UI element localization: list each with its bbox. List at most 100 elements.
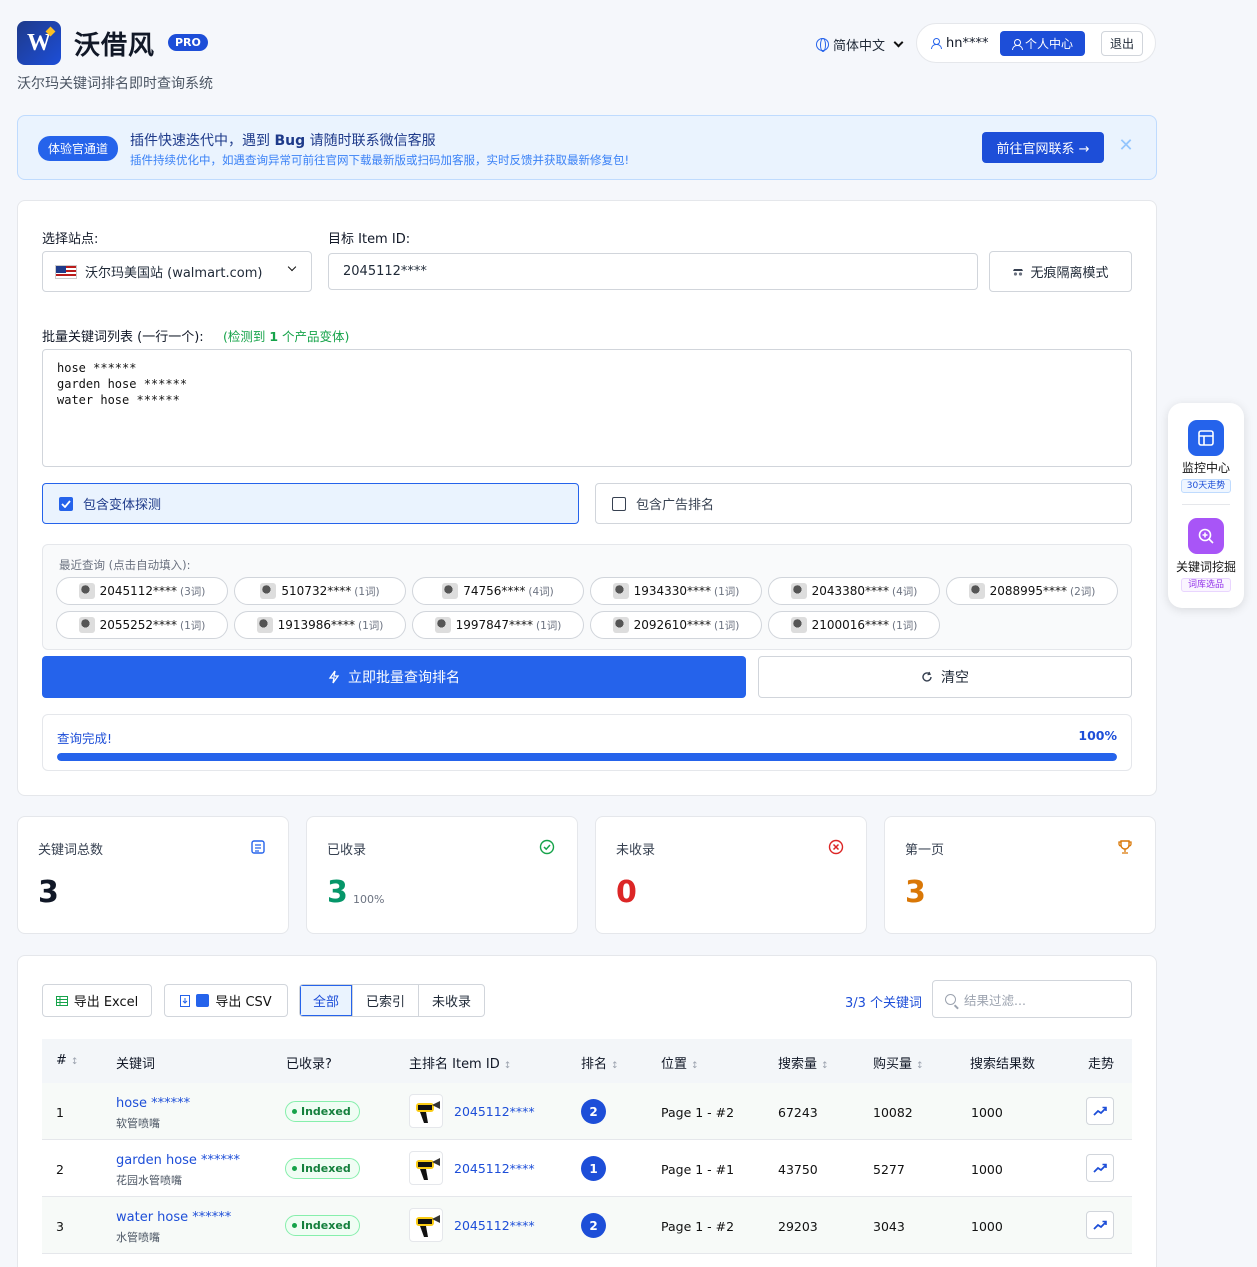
user-center-button[interactable]: 个人中心 — [1000, 31, 1085, 56]
recent-query-chip[interactable]: 510732**** (1词) — [234, 577, 406, 605]
search-icon — [945, 993, 956, 1005]
divider — [1182, 504, 1230, 505]
col-item-id[interactable]: 主排名 Item ID ↕ — [409, 1053, 511, 1072]
document-icon — [250, 839, 266, 855]
keyword-mining-button[interactable] — [1188, 518, 1224, 554]
run-batch-query-button[interactable]: 立即批量查询排名 — [42, 656, 746, 698]
incognito-label: 无痕隔离模式 — [1030, 266, 1109, 281]
close-icon[interactable]: ✕ — [1118, 137, 1134, 155]
table-row: 1 hose ****** 软管喷嘴 Indexed 2045112**** 2 Page … — [42, 1083, 1132, 1140]
ad-ranking-option[interactable]: 包含广告排名 — [595, 483, 1132, 524]
col-purchase-volume[interactable]: 购买量 ↕ — [873, 1053, 924, 1072]
monitor-center-button[interactable] — [1188, 420, 1224, 456]
user-center-label: 个人中心 — [1024, 37, 1073, 51]
search-volume: 67243 — [778, 1105, 818, 1120]
recent-query-count: (3词) — [180, 585, 206, 598]
download-file-icon — [180, 994, 191, 1007]
clear-button[interactable]: 清空 — [758, 656, 1132, 698]
language-selector[interactable]: 简体中文 — [816, 35, 904, 54]
user-icon — [1011, 38, 1023, 50]
app-logo: W — [17, 21, 61, 65]
mining-tag: 词库选品 — [1181, 578, 1231, 592]
progress-label: 查询完成! — [57, 731, 113, 746]
progress-panel: 查询完成! 100% — [42, 714, 1132, 771]
tab-all[interactable]: 全部 — [300, 985, 354, 1016]
user-icon — [931, 38, 942, 49]
keyword-link[interactable]: hose ****** — [116, 1096, 190, 1111]
recent-query-chip[interactable]: 2045112**** (3词) — [56, 577, 228, 605]
col-position[interactable]: 位置 ↕ — [661, 1053, 699, 1072]
product-thumbnail — [409, 1151, 443, 1185]
recent-query-id: 2092610**** — [633, 618, 712, 632]
monitor-tag: 30天走势 — [1181, 479, 1231, 493]
monitor-center-label[interactable]: 监控中心 — [1168, 459, 1244, 476]
recent-queries-label: 最近查询 (点击自动填入): — [59, 558, 191, 572]
recent-query-chip[interactable]: 1997847**** (1词) — [412, 611, 584, 639]
checkbox-checked-icon[interactable] — [59, 496, 73, 511]
col-index[interactable]: # ↕ — [56, 1053, 78, 1068]
keywords-textarea[interactable]: hose ****** garden hose ****** water hos… — [42, 349, 1132, 467]
recent-query-chip[interactable]: 2043380**** (4词) — [768, 577, 940, 605]
keyword-link[interactable]: water hose ****** — [116, 1210, 231, 1225]
export-excel-button[interactable]: 导出 Excel — [42, 984, 152, 1017]
trend-button[interactable] — [1086, 1154, 1114, 1182]
recent-query-id: 1997847**** — [455, 618, 534, 632]
item-id-link[interactable]: 2045112**** — [454, 1161, 535, 1176]
item-id-link[interactable]: 2045112**** — [454, 1218, 535, 1233]
recent-query-chip[interactable]: 2092610**** (1词) — [590, 611, 762, 639]
result-count: 1000 — [971, 1105, 1003, 1120]
table-header: # ↕ 关键词 已收录? 主排名 Item ID ↕ 排名 ↕ 位置 ↕ 搜索量 ↕ 购买… — [42, 1039, 1132, 1083]
recent-query-id: 2045112**** — [99, 584, 178, 598]
position-text: Page 1 - #2 — [661, 1219, 735, 1234]
tab-not-indexed[interactable]: 未收录 — [419, 985, 484, 1016]
search-plus-icon — [1198, 528, 1214, 544]
recent-query-chip[interactable]: 2088995**** (2词) — [946, 577, 1118, 605]
checkbox-empty-icon[interactable] — [612, 496, 626, 511]
item-id-input[interactable]: 2045112**** — [328, 253, 978, 290]
beta-channel-tag[interactable]: 体验官通道 — [38, 136, 119, 161]
official-site-button[interactable]: 前往官网联系 → — [982, 132, 1104, 163]
export-csv-label: 导出 CSV — [215, 995, 272, 1010]
keyword-translation: 软管喷嘴 — [116, 1117, 160, 1130]
status-badge: Indexed — [285, 1215, 360, 1236]
banner-subtitle: 插件持续优化中，如遇查询异常可前往官网下载最新版或扫码加客服，实时反馈并获取最新… — [130, 153, 630, 167]
keyword-mining-label[interactable]: 关键词挖掘 — [1168, 558, 1244, 575]
incognito-mode-button[interactable]: 无痕隔离模式 — [989, 251, 1132, 292]
export-csv-button[interactable]: 导出 CSV — [164, 984, 288, 1017]
recent-query-chip[interactable]: 1934330**** (1词) — [590, 577, 762, 605]
recent-query-count: (4词) — [528, 585, 554, 598]
keywords-label: 批量关键词列表 (一行一个): — [42, 330, 204, 345]
recent-queries: 最近查询 (点击自动填入): 2045112**** (3词) 510732****… — [42, 544, 1132, 650]
recent-query-chip[interactable]: 74756**** (4词) — [412, 577, 584, 605]
recent-query-count: (1词) — [536, 619, 562, 632]
keyword-link[interactable]: garden hose ****** — [116, 1153, 240, 1168]
col-keyword: 关键词 — [116, 1057, 156, 1072]
col-rank[interactable]: 排名 ↕ — [581, 1053, 619, 1072]
variant-detection-option[interactable]: 包含变体探测 — [42, 483, 579, 524]
tab-indexed[interactable]: 已索引 — [353, 985, 420, 1016]
check-circle-icon — [539, 839, 555, 855]
recent-query-count: (1词) — [714, 619, 740, 632]
variant-detected-note: (检测到 1 个产品变体) — [223, 329, 350, 344]
recent-query-id: 2100016**** — [811, 618, 890, 632]
item-id-link[interactable]: 2045112**** — [454, 1104, 535, 1119]
pro-badge: PRO — [168, 34, 208, 51]
trend-button[interactable] — [1086, 1211, 1114, 1239]
results-filter-input[interactable]: 结果过滤... — [932, 980, 1132, 1018]
recent-query-count: (4词) — [892, 585, 918, 598]
col-search-volume[interactable]: 搜索量 ↕ — [778, 1053, 829, 1072]
trend-button[interactable] — [1086, 1097, 1114, 1125]
recent-query-chip[interactable]: 2055252**** (1词) — [56, 611, 228, 639]
recent-query-chip[interactable]: 2100016**** (1词) — [768, 611, 940, 639]
logout-button[interactable]: 退出 — [1101, 31, 1143, 56]
product-thumbnail — [612, 583, 629, 599]
results-panel: 导出 Excel 导出 CSV 全部 已索引 未收录 3/3 个关键词 结果过滤… — [17, 955, 1157, 1267]
site-select[interactable]: 沃尔玛美国站 (walmart.com) — [42, 251, 312, 292]
stat-label: 关键词总数 — [38, 843, 104, 858]
notice-banner: 体验官通道 插件快速迭代中，遇到 Bug 请随时联系微信客服 插件持续优化中，如… — [17, 115, 1157, 180]
recent-query-chip[interactable]: 1913986**** (1词) — [234, 611, 406, 639]
product-thumbnail — [260, 583, 277, 599]
stat-value: 3 — [905, 875, 926, 910]
trend-up-icon — [1093, 1106, 1107, 1116]
search-volume: 43750 — [778, 1162, 818, 1177]
